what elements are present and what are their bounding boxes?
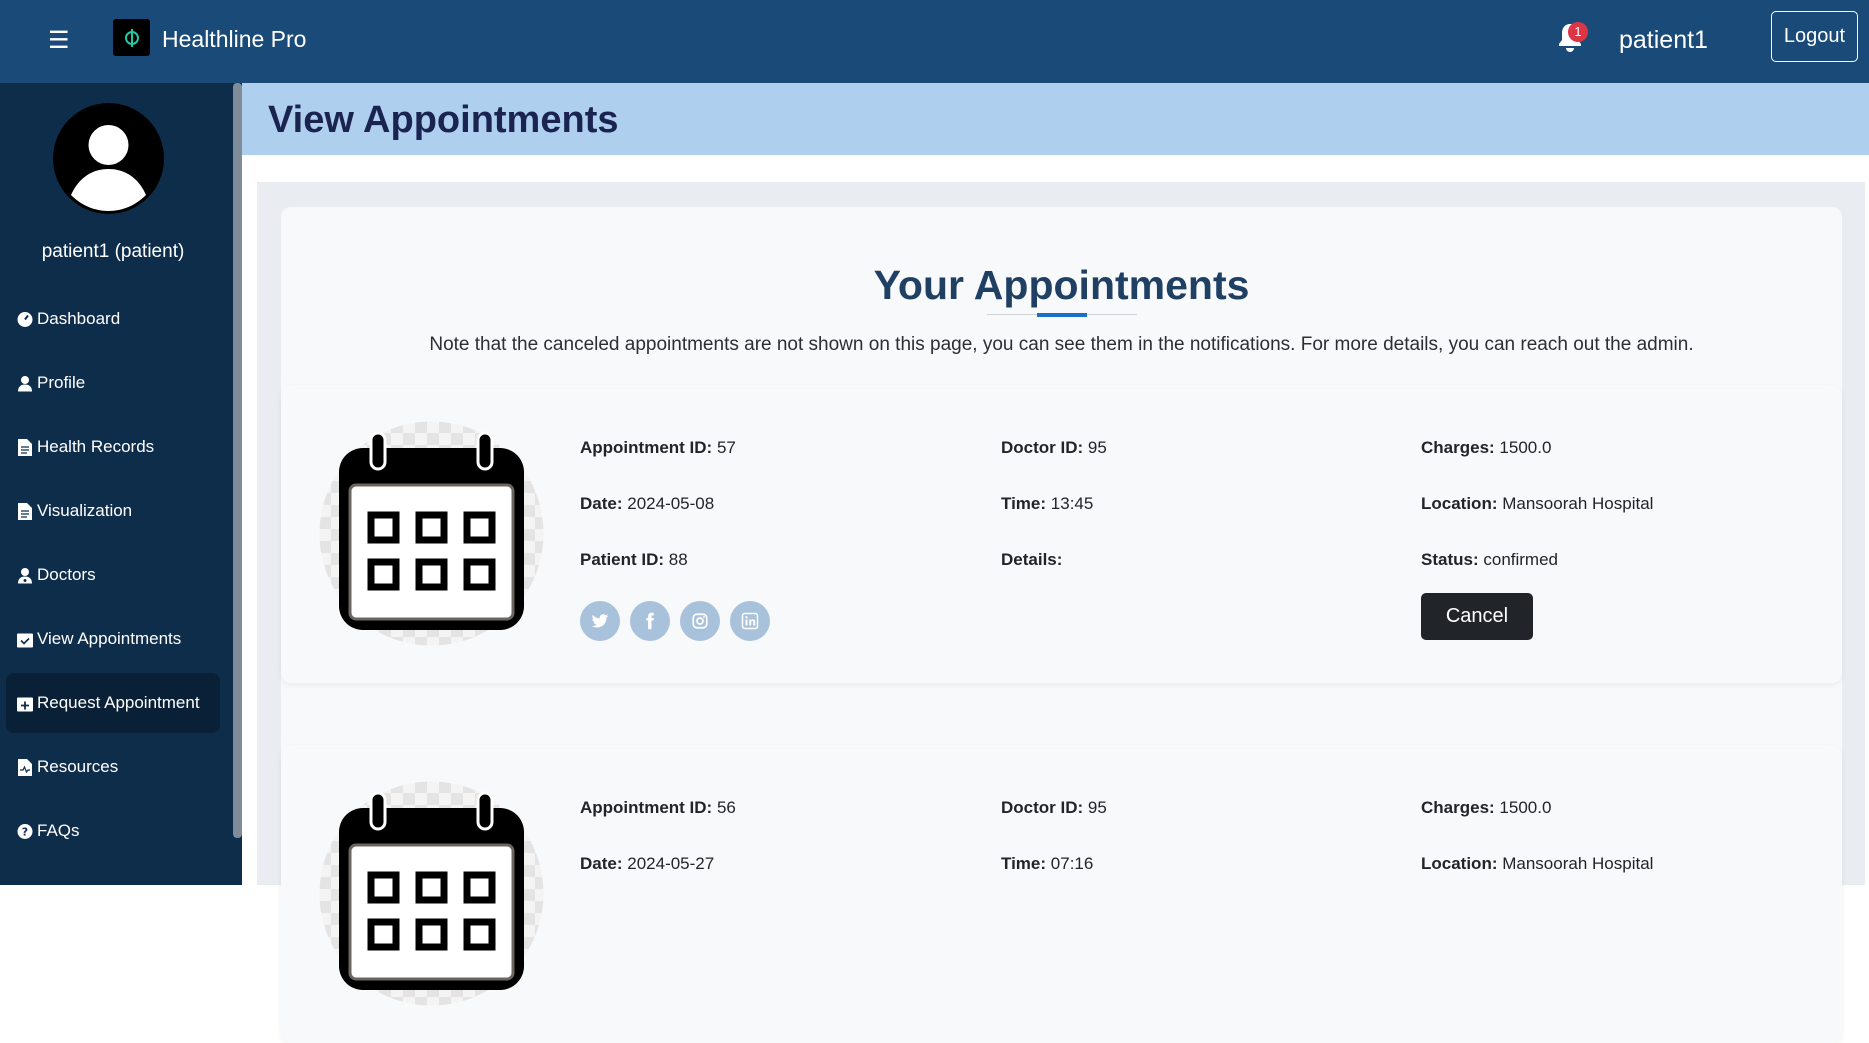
sidebar-item-label: Resources <box>37 757 119 776</box>
facebook-icon[interactable] <box>630 601 670 641</box>
user-icon <box>17 374 33 392</box>
sidebar: patient1 (patient) Dashboard Profile Hea… <box>0 83 242 885</box>
location-field: Location: Mansoorah Hospital <box>1421 854 1654 873</box>
charges-value: 1500.0 <box>1499 798 1552 817</box>
sidebar-item-faqs[interactable]: ? FAQs <box>6 801 220 861</box>
sidebar-scrollbar[interactable] <box>233 83 242 838</box>
file-icon <box>17 502 33 520</box>
question-circle-icon: ? <box>17 822 33 840</box>
sidebar-item-health-records[interactable]: Health Records <box>6 417 220 477</box>
sidebar-item-request-appointment[interactable]: Request Appointment <box>6 673 220 733</box>
appointment-card: Appointment ID: 56 Doctor ID: 95 Charges… <box>281 745 1842 1043</box>
date-value: 2024-05-08 <box>627 494 715 513</box>
section-title: Your Appointments <box>873 262 1250 308</box>
instagram-icon[interactable] <box>680 601 720 641</box>
charges-value: 1500.0 <box>1499 438 1552 457</box>
file-icon <box>17 438 33 456</box>
file-medical-icon <box>17 758 33 776</box>
twitter-icon[interactable] <box>580 601 620 641</box>
time-value: 07:16 <box>1050 854 1094 873</box>
status-field: Status: confirmed <box>1421 550 1558 569</box>
sidebar-item-dashboard[interactable]: Dashboard <box>6 289 220 349</box>
location-field: Location: Mansoorah Hospital <box>1421 494 1654 513</box>
sidebar-item-profile[interactable]: Profile <box>6 353 220 413</box>
doctor-id-value: 95 <box>1087 798 1107 817</box>
calendar-check-icon <box>17 630 33 648</box>
svg-text:?: ? <box>22 825 28 838</box>
location-value: Mansoorah Hospital <box>1502 854 1654 873</box>
info-note: Note that the canceled appointments are … <box>429 334 1694 355</box>
brand-logo <box>113 19 150 56</box>
navbar-username: patient1 <box>1619 26 1708 54</box>
page-title: View Appointments <box>268 99 619 141</box>
doctor-id-field: Doctor ID: 95 <box>1001 798 1107 817</box>
appointment-id-value: 57 <box>716 438 736 457</box>
title-accent <box>1037 313 1087 317</box>
menu-toggle-icon[interactable]: ☰ <box>48 26 70 56</box>
appointment-card: Appointment ID: 57 Doctor ID: 95 Charges… <box>281 385 1842 683</box>
logout-button[interactable]: Logout <box>1771 11 1858 62</box>
sidebar-item-label: FAQs <box>37 821 80 840</box>
brand-name[interactable]: Healthline Pro <box>162 24 306 54</box>
patient-id-value: 88 <box>668 550 688 569</box>
date-field: Date: 2024-05-27 <box>580 854 715 873</box>
sidebar-item-label: Health Records <box>37 437 155 456</box>
details-field: Details: <box>1001 550 1063 569</box>
linkedin-icon[interactable] <box>730 601 770 641</box>
time-field: Time: 07:16 <box>1001 854 1094 873</box>
time-field: Time: 13:45 <box>1001 494 1094 513</box>
notification-badge: 1 <box>1568 22 1588 42</box>
page-header: View Appointments <box>242 83 1869 155</box>
dashboard-icon <box>17 310 33 328</box>
patient-id-field: Patient ID: 88 <box>580 550 688 569</box>
sidebar-item-label: Dashboard <box>37 309 121 328</box>
sidebar-item-label: Request Appointment <box>37 693 200 712</box>
sidebar-item-view-appointments[interactable]: View Appointments <box>6 609 220 669</box>
charges-field: Charges: 1500.0 <box>1421 438 1552 457</box>
sidebar-item-resources[interactable]: Resources <box>6 737 220 797</box>
doctor-id-field: Doctor ID: 95 <box>1001 438 1107 457</box>
date-field: Date: 2024-05-08 <box>580 494 715 513</box>
calendar-icon <box>319 781 544 1006</box>
appointment-id-field: Appointment ID: 56 <box>580 798 736 817</box>
location-value: Mansoorah Hospital <box>1502 494 1654 513</box>
cancel-button[interactable]: Cancel <box>1421 593 1533 640</box>
sidebar-item-label: Visualization <box>37 501 133 520</box>
doctor-icon <box>17 566 33 584</box>
status-value: confirmed <box>1483 550 1558 569</box>
charges-field: Charges: 1500.0 <box>1421 798 1552 817</box>
calendar-icon <box>319 421 544 646</box>
top-navbar: ☰ Healthline Pro 1 patient1 Logout <box>0 0 1869 83</box>
appointment-id-value: 56 <box>716 798 736 817</box>
appointment-id-field: Appointment ID: 57 <box>580 438 736 457</box>
date-value: 2024-05-27 <box>627 854 715 873</box>
sidebar-item-label: Doctors <box>37 565 96 584</box>
sidebar-item-label: View Appointments <box>37 629 182 648</box>
doctor-id-value: 95 <box>1087 438 1107 457</box>
calendar-plus-icon <box>17 694 33 712</box>
sidebar-item-doctors[interactable]: Doctors <box>6 545 220 605</box>
sidebar-username: patient1 (patient) <box>41 241 185 262</box>
sidebar-item-label: Profile <box>37 373 86 392</box>
avatar <box>53 103 164 214</box>
sidebar-item-visualization[interactable]: Visualization <box>6 481 220 541</box>
time-value: 13:45 <box>1050 494 1094 513</box>
